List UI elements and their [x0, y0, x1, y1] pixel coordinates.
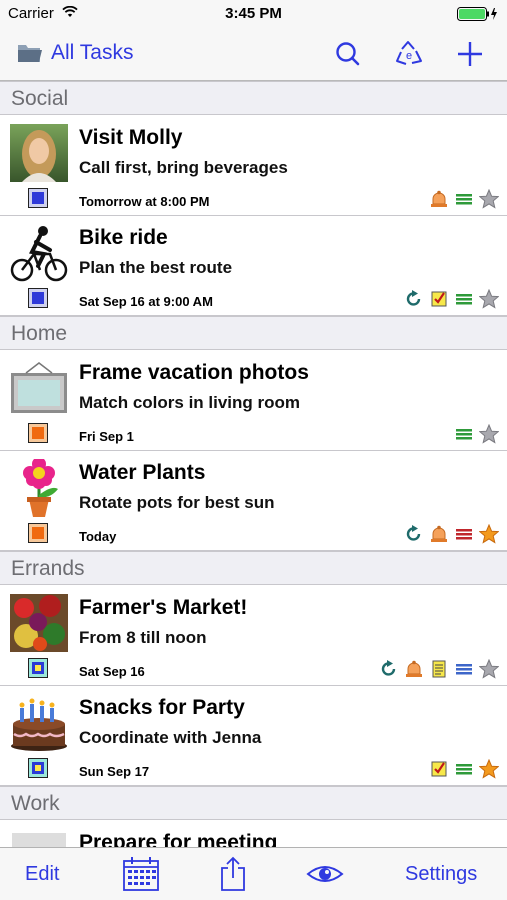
task-list[interactable]: Social Visit Molly Call first, bring bever… — [0, 81, 507, 847]
share-icon[interactable] — [219, 856, 247, 892]
priority-bars-icon — [456, 664, 472, 675]
star-filled-icon[interactable] — [479, 759, 499, 779]
task-due: Tomorrow at 8:00 PM — [79, 194, 210, 209]
task-title: Prepare for meeting — [79, 831, 278, 847]
task-note: Match colors in living room — [79, 393, 301, 412]
task-row[interactable]: Visit Molly Call first, bring beverages To… — [0, 116, 507, 216]
task-note: Rotate pots for best sun — [79, 493, 275, 512]
priority-bars-icon — [456, 764, 472, 775]
priority-blue-icon[interactable] — [28, 288, 48, 308]
tab-bar: Edit Settings — [0, 847, 507, 900]
section-title: Errands — [11, 557, 85, 580]
repeat-icon — [406, 290, 421, 306]
task-title: Visit Molly — [79, 126, 183, 149]
add-icon[interactable] — [453, 37, 487, 71]
star-filled-icon[interactable] — [479, 524, 499, 544]
checklist-icon — [431, 761, 447, 777]
section-header-social: Social — [0, 81, 507, 115]
section-title: Home — [11, 322, 68, 345]
star-icon[interactable] — [479, 659, 499, 679]
alarm-bell-icon — [406, 660, 422, 677]
task-title: Bike ride — [79, 226, 168, 249]
task-due: Today — [79, 529, 117, 544]
task-due: Sun Sep 17 — [79, 764, 150, 779]
calendar-icon[interactable] — [122, 856, 160, 892]
section-header-home: Home — [0, 316, 507, 350]
star-icon[interactable] — [479, 289, 499, 309]
priority-blue-icon[interactable] — [28, 188, 48, 208]
task-note: Plan the best route — [79, 258, 233, 277]
task-row[interactable]: Prepare for meeting — [0, 821, 507, 847]
task-note: Call first, bring beverages — [79, 158, 288, 177]
settings-button[interactable]: Settings — [405, 863, 477, 886]
repeat-icon — [406, 525, 421, 541]
section-header-errands: Errands — [0, 551, 507, 585]
folder-icon[interactable] — [16, 40, 42, 64]
notes-icon — [432, 660, 446, 678]
task-due: Sat Sep 16 at 9:00 AM — [79, 294, 213, 309]
star-icon[interactable] — [479, 189, 499, 209]
priority-teal-icon[interactable] — [28, 758, 48, 778]
task-row[interactable]: Water Plants Rotate pots for best sun Toda… — [0, 451, 507, 551]
meeting-icon — [12, 833, 66, 847]
cyclist-icon — [10, 226, 68, 282]
battery-icon — [457, 7, 497, 21]
task-row[interactable]: Bike ride Plan the best route Sat Sep 16 a… — [0, 216, 507, 316]
clock: 3:45 PM — [225, 5, 282, 22]
section-title: Work — [11, 792, 60, 815]
task-row[interactable]: Farmer's Market! From 8 till noon Sat Sep … — [0, 586, 507, 686]
birthday-cake-icon — [11, 698, 67, 751]
search-icon[interactable] — [331, 37, 365, 71]
vegetables-photo — [10, 594, 68, 652]
cloud-sync-icon[interactable]: e — [392, 37, 426, 71]
list-title[interactable]: All Tasks — [51, 41, 133, 65]
edit-button[interactable]: Edit — [25, 863, 59, 886]
checklist-icon — [431, 291, 447, 307]
navigation-bar: All Tasks e — [0, 28, 507, 81]
task-note: Coordinate with Jenna — [79, 728, 262, 747]
priority-bars-icon — [456, 529, 472, 540]
alarm-bell-icon — [431, 525, 447, 542]
priority-teal-icon[interactable] — [28, 658, 48, 678]
task-title: Snacks for Party — [79, 696, 245, 719]
task-title: Water Plants — [79, 461, 206, 484]
star-icon[interactable] — [479, 424, 499, 444]
task-due: Sat Sep 16 — [79, 664, 145, 679]
task-row[interactable]: Snacks for Party Coordinate with Jenna Sun… — [0, 686, 507, 786]
priority-bars-icon — [456, 194, 472, 205]
task-row[interactable]: Frame vacation photos Match colors in liv… — [0, 351, 507, 451]
eye-icon[interactable] — [306, 856, 344, 892]
section-title: Social — [11, 87, 69, 110]
section-header-work: Work — [0, 786, 507, 820]
picture-frame-icon — [11, 362, 67, 413]
priority-bars-icon — [456, 294, 472, 305]
portrait-photo — [10, 124, 68, 182]
task-note: From 8 till noon — [79, 628, 207, 647]
task-due: Fri Sep 1 — [79, 429, 134, 444]
priority-bars-icon — [456, 429, 472, 440]
repeat-icon — [381, 660, 396, 676]
task-title: Frame vacation photos — [79, 361, 309, 384]
task-title: Farmer's Market! — [79, 596, 248, 619]
svg-text:e: e — [406, 50, 412, 62]
flower-pot-icon — [23, 459, 58, 517]
alarm-bell-icon — [431, 190, 447, 207]
status-bar: Carrier 3:45 PM — [0, 0, 507, 28]
priority-orange-icon[interactable] — [28, 523, 48, 543]
priority-orange-icon[interactable] — [28, 423, 48, 443]
